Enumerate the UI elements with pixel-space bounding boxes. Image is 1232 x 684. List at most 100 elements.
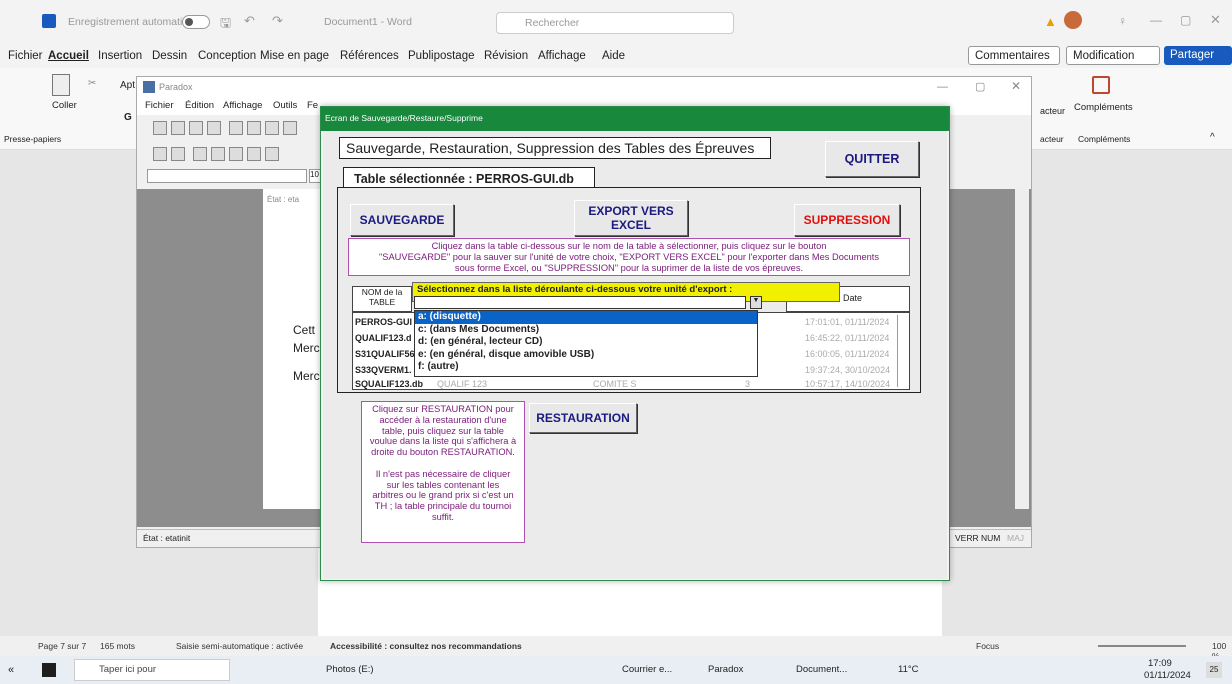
print-icon[interactable] (207, 121, 221, 135)
quit-button[interactable]: QUITTER (825, 141, 919, 177)
menu-accueil[interactable]: Accueil (48, 50, 89, 62)
row-name[interactable]: SQUALIF123.db (355, 379, 423, 392)
avatar[interactable] (1064, 11, 1082, 29)
row-field[interactable]: QUALIF 123 (437, 379, 487, 392)
windows-start-icon[interactable] (42, 663, 56, 677)
row-date[interactable]: 10:57:17, 14/10/2024 (805, 379, 890, 392)
drive-option[interactable]: a: (disquette) (415, 311, 757, 324)
row-name[interactable]: S33QVERM1. (355, 365, 412, 378)
form-icon[interactable] (171, 147, 185, 161)
warning-icon[interactable]: ▲ (1044, 14, 1057, 29)
drive-option[interactable]: f: (autre) (415, 361, 757, 374)
save-icon[interactable] (189, 121, 203, 135)
weather-temp[interactable]: 11°C (898, 664, 919, 675)
last-record-icon[interactable] (265, 147, 279, 161)
row-date[interactable]: 16:45:22, 01/11/2024 (805, 333, 889, 346)
drive-option[interactable]: d: (en général, lecteur CD) (415, 336, 757, 349)
restore-icon[interactable]: ▢ (1180, 13, 1191, 27)
cut-icon[interactable] (229, 121, 243, 135)
taskbar-search[interactable]: Taper ici pour (74, 659, 230, 681)
addins-label[interactable]: Compléments (1074, 102, 1133, 113)
taskbar-word[interactable]: Document... (796, 664, 847, 675)
paste-icon[interactable] (265, 121, 279, 135)
modification-button[interactable]: Modification (1066, 46, 1160, 65)
menu-fichier[interactable]: Fichier (8, 50, 43, 62)
clock-time[interactable]: 17:09 (1148, 658, 1172, 669)
accessibility-status[interactable]: Accessibilité : consultez nos recommanda… (330, 641, 522, 651)
paradox-menu-fichier[interactable]: Fichier (145, 100, 174, 111)
addins-icon[interactable] (1092, 76, 1110, 94)
font-select[interactable] (147, 169, 307, 183)
taskbar-photos[interactable]: Photos (E:) (326, 664, 374, 675)
autosave-toggle[interactable] (182, 15, 210, 29)
menu-insertion[interactable]: Insertion (98, 50, 142, 62)
grid-scrollbar[interactable] (897, 315, 909, 387)
close-icon[interactable]: ✕ (1210, 12, 1221, 28)
prev-record-icon[interactable] (229, 147, 243, 161)
font-name-box[interactable]: Apt (120, 80, 135, 91)
export-drive-select[interactable] (414, 296, 746, 309)
paradox-menu-edition[interactable]: Édition (185, 100, 214, 111)
undo-icon[interactable]: ↶ (244, 13, 255, 29)
lightbulb-icon[interactable]: ♀ (1118, 14, 1127, 28)
drive-option[interactable]: c: (dans Mes Documents) (415, 324, 757, 337)
collapse-ribbon-icon[interactable]: ^ (1210, 132, 1215, 143)
first-record-icon[interactable] (193, 147, 207, 161)
restore-button[interactable]: RESTAURATION (529, 403, 637, 433)
paste-icon[interactable] (52, 74, 70, 96)
row-date[interactable]: 19:37:24, 30/10/2024 (805, 365, 890, 378)
zoom-slider[interactable] (1098, 645, 1186, 647)
row-name[interactable]: QUALIF123.d (355, 333, 412, 346)
row-date[interactable]: 16:00:05, 01/11/2024 (805, 349, 889, 362)
word-count[interactable]: 165 mots (100, 641, 135, 651)
row-name[interactable]: PERROS-GUI (355, 317, 412, 330)
paradox-close-icon[interactable]: ✕ (1011, 79, 1021, 93)
notification-icon[interactable]: 25 (1206, 662, 1222, 678)
row-field[interactable]: COMITE S (593, 379, 637, 392)
design-icon[interactable] (153, 147, 167, 161)
menu-publipostage[interactable]: Publipostage (408, 50, 475, 62)
minimize-icon[interactable]: — (1150, 13, 1162, 27)
save-button[interactable]: SAUVEGARDE (350, 204, 454, 236)
paradox-menu-outils[interactable]: Outils (273, 100, 297, 111)
taskbar-mail[interactable]: Courrier e... (622, 664, 672, 675)
paradox-menu-fenetre[interactable]: Fe (307, 100, 318, 111)
export-excel-button[interactable]: EXPORT VERS EXCEL (574, 200, 688, 236)
menu-revision[interactable]: Révision (484, 50, 528, 62)
menu-conception[interactable]: Conception (198, 50, 256, 62)
menu-mise-en-page[interactable]: Mise en page (260, 50, 329, 62)
row-date[interactable]: 17:01:01, 01/11/2024 (805, 317, 889, 330)
paradox-minimize-icon[interactable]: — (937, 81, 948, 93)
prev-set-icon[interactable] (211, 147, 225, 161)
menu-references[interactable]: Références (340, 50, 399, 62)
page-count[interactable]: Page 7 sur 7 (38, 641, 86, 651)
paradox-restore-icon[interactable]: ▢ (975, 80, 985, 93)
chevron-down-icon[interactable]: ▼ (750, 296, 762, 309)
tool-icon[interactable] (283, 121, 297, 135)
focus-button[interactable]: Focus (976, 641, 999, 651)
chevron-left-icon[interactable]: « (8, 664, 14, 676)
delete-button[interactable]: SUPPRESSION (794, 204, 900, 236)
export-drive-list[interactable]: a: (disquette) c: (dans Mes Documents) d… (414, 310, 758, 377)
redo-icon[interactable]: ↷ (272, 13, 283, 29)
comments-button[interactable]: Commentaires (968, 46, 1060, 65)
paradox-menu-affichage[interactable]: Affichage (223, 100, 262, 111)
next-record-icon[interactable] (247, 147, 261, 161)
bold-button[interactable]: G (124, 112, 132, 123)
save-icon[interactable]: 🖫 (220, 14, 231, 36)
cut-icon[interactable]: ✂ (88, 78, 96, 89)
menu-dessin[interactable]: Dessin (152, 50, 187, 62)
clock-date[interactable]: 01/11/2024 (1144, 670, 1191, 681)
taskbar-paradox[interactable]: Paradox (708, 664, 743, 675)
paste-label[interactable]: Coller (52, 100, 77, 111)
row-name[interactable]: S31QUALIF56 (355, 349, 415, 362)
open-icon[interactable] (171, 121, 185, 135)
autocomplete-status[interactable]: Saisie semi-automatique : activée (176, 641, 303, 651)
row-field[interactable]: 3 (745, 379, 750, 392)
menu-aide[interactable]: Aide (602, 50, 625, 62)
copy-icon[interactable] (247, 121, 261, 135)
word-search-input[interactable]: Rechercher (496, 12, 734, 34)
paradox-scrollbar[interactable] (1015, 189, 1029, 509)
share-button[interactable]: Partager (1164, 46, 1232, 65)
dictate-label[interactable]: acteur (1040, 106, 1065, 116)
